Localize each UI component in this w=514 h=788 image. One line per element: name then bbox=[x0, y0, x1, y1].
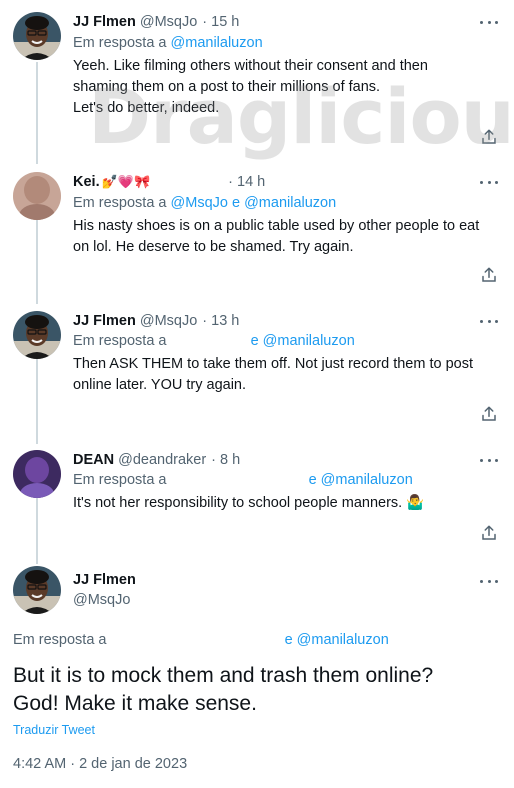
share-icon[interactable] bbox=[480, 524, 498, 542]
reply-context: Em resposta a @MsqJo e @manilaluzon bbox=[73, 195, 336, 211]
mention-link[interactable]: e @manilaluzon bbox=[285, 632, 389, 648]
tweet-header: JJ Flmen @MsqJo · 15 h bbox=[73, 12, 239, 32]
tweet-text: It's not her responsibility to school pe… bbox=[73, 493, 498, 514]
display-name[interactable]: JJ Flmen bbox=[73, 572, 136, 588]
reply-prefix: Em resposta a bbox=[73, 195, 167, 211]
tweet[interactable]: JJ Flmen @MsqJo · 15 h Em resposta a @ma… bbox=[0, 12, 514, 152]
tweet-text-line: His nasty shoes is on a public table use… bbox=[73, 218, 480, 234]
tweet[interactable]: JJ Flmen @MsqJo · 13 h Em resposta a e @… bbox=[0, 311, 514, 435]
more-icon[interactable] bbox=[480, 177, 498, 187]
tweet-time[interactable]: 13 h bbox=[211, 313, 239, 329]
more-icon[interactable] bbox=[480, 455, 498, 465]
reply-context: Em resposta a e @manilaluzon bbox=[13, 632, 389, 648]
display-name[interactable]: Kei. bbox=[73, 174, 100, 190]
mention-link[interactable]: e @manilaluzon bbox=[251, 333, 355, 349]
share-icon[interactable] bbox=[480, 128, 498, 146]
display-name[interactable]: JJ Flmen bbox=[73, 14, 136, 30]
tweet-thread: JJ Flmen @MsqJo · 15 h Em resposta a @ma… bbox=[0, 0, 514, 788]
tweet-time[interactable]: 15 h bbox=[211, 14, 239, 30]
user-handle[interactable]: @MsqJo bbox=[140, 313, 197, 329]
user-handle[interactable]: @deandraker bbox=[118, 452, 206, 468]
avatar[interactable] bbox=[13, 311, 61, 359]
avatar[interactable] bbox=[13, 566, 61, 614]
reply-prefix: Em resposta a bbox=[13, 632, 107, 648]
display-name[interactable]: DEAN bbox=[73, 452, 114, 468]
tweet-text: His nasty shoes is on a public table use… bbox=[73, 216, 498, 258]
tweet-time[interactable]: 8 h bbox=[220, 452, 240, 468]
reply-prefix: Em resposta a bbox=[73, 472, 167, 488]
tweet-text-line: Yeeh. Like filming others without their … bbox=[73, 58, 428, 74]
tweet-time[interactable]: · 14 h bbox=[228, 174, 265, 190]
separator: · bbox=[202, 313, 208, 329]
tweet-text: Yeeh. Like filming others without their … bbox=[73, 56, 498, 119]
tweet-text-line: on lol. He deserve to be shamed. Try aga… bbox=[73, 239, 354, 255]
more-icon[interactable] bbox=[480, 316, 498, 326]
display-name[interactable]: JJ Flmen bbox=[73, 313, 136, 329]
reply-context: Em resposta a e @manilaluzon bbox=[73, 472, 413, 488]
tweet[interactable]: Kei. 💅💗🎀 · 14 h Em resposta a @MsqJo e @… bbox=[0, 172, 514, 296]
user-handle[interactable]: @MsqJo bbox=[140, 14, 197, 30]
separator: · bbox=[202, 14, 208, 30]
reply-context: Em resposta a e @manilaluzon bbox=[73, 333, 355, 349]
tweet-header: JJ Flmen @MsqJo · 13 h bbox=[73, 311, 239, 331]
avatar[interactable] bbox=[13, 450, 61, 498]
avatar[interactable] bbox=[13, 172, 61, 220]
tweet-text: Then ASK THEM to take them off. Not just… bbox=[73, 354, 498, 396]
tweet-text-line: Then ASK THEM to take them off. Not just… bbox=[73, 356, 474, 372]
tweet-text-line: shaming them on a post to their millions… bbox=[73, 79, 381, 95]
tweet-text-line: God! Make it make sense. bbox=[13, 692, 257, 715]
tweet-text-line: It's not her responsibility to school pe… bbox=[73, 495, 425, 511]
name-emojis: 💅💗🎀 bbox=[101, 174, 151, 189]
separator: · bbox=[211, 452, 217, 468]
more-icon[interactable] bbox=[480, 576, 498, 586]
tweet-text-line: But it is to mock them and trash them on… bbox=[13, 664, 434, 687]
share-icon[interactable] bbox=[480, 405, 498, 423]
reply-prefix: Em resposta a bbox=[73, 35, 167, 51]
share-icon[interactable] bbox=[480, 266, 498, 284]
tweet-text-line: online later. YOU try again. bbox=[73, 377, 247, 393]
mention-link[interactable]: @MsqJo e @manilaluzon bbox=[171, 195, 337, 211]
user-handle[interactable]: @MsqJo bbox=[73, 592, 130, 608]
reply-prefix: Em resposta a bbox=[73, 333, 167, 349]
tweet-header: DEAN @deandraker · 8 h bbox=[73, 450, 240, 470]
avatar[interactable] bbox=[13, 12, 61, 60]
mention-link[interactable]: e @manilaluzon bbox=[309, 472, 413, 488]
tweet-text-line: Let's do better, indeed. bbox=[73, 100, 220, 116]
more-icon[interactable] bbox=[480, 17, 498, 27]
translate-link[interactable]: Traduzir Tweet bbox=[13, 723, 95, 737]
tweet-text: But it is to mock them and trash them on… bbox=[13, 662, 503, 718]
tweet[interactable]: DEAN @deandraker · 8 h Em resposta a e @… bbox=[0, 450, 514, 550]
tweet-header: Kei. 💅💗🎀 · 14 h bbox=[73, 172, 265, 192]
reply-context: Em resposta a @manilaluzon bbox=[73, 35, 263, 51]
tweet-timestamp[interactable]: 4:42 AM · 2 de jan de 2023 bbox=[13, 756, 187, 772]
mention-link[interactable]: @manilaluzon bbox=[171, 35, 263, 51]
